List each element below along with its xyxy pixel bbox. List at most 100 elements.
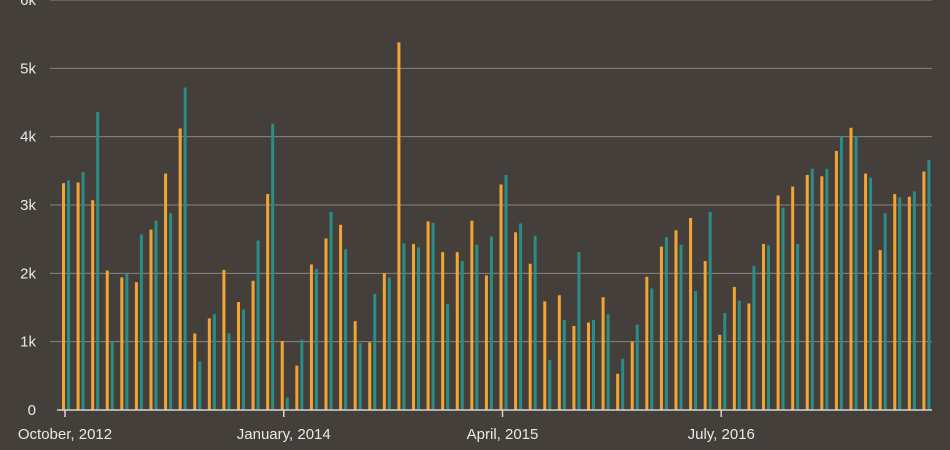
bar-series-a [864, 173, 868, 410]
bar-series-a [674, 230, 678, 410]
y-tick-label: 0 [28, 402, 36, 419]
bar-series-b [752, 265, 756, 410]
bar-series-a [164, 173, 168, 410]
bar-series-b [81, 172, 85, 410]
bar-series-a [426, 221, 430, 410]
bar-series-b [883, 213, 887, 410]
bar-series-a [543, 301, 547, 410]
y-tick-label: 6k [20, 0, 36, 9]
bar-series-a [237, 302, 240, 410]
bar-series-a [572, 325, 576, 410]
bar-series-b [271, 123, 275, 410]
bar-series-a [266, 194, 270, 410]
y-tick-labels: 0 1k 2k 3k 4k 5k 6k [20, 0, 36, 419]
bar-series-a [295, 365, 299, 410]
bar-series-a [922, 171, 926, 410]
bar-series-a [616, 373, 620, 410]
bar-series-a [120, 277, 124, 410]
bar-series-a [251, 280, 255, 410]
x-tick-label: April, 2015 [467, 426, 539, 443]
bar-series-a [339, 224, 343, 410]
bar-series-a [499, 184, 503, 410]
bar-series-a [893, 194, 897, 410]
bar-series-a [105, 270, 109, 410]
bar-series-b [417, 247, 420, 410]
bar-series-a [149, 229, 153, 410]
bar-series-b [781, 207, 785, 410]
bar-series-a [193, 333, 197, 410]
bar-series-b [854, 136, 858, 410]
bar-series-a [76, 182, 80, 410]
bar-series-b [198, 361, 202, 410]
bar-series-a [878, 250, 882, 410]
bar-series-a [732, 287, 736, 410]
bar-series-a [776, 195, 780, 410]
bar-series-b [533, 235, 537, 410]
y-tick-label: 2k [20, 265, 36, 282]
bar-series-a [659, 246, 663, 410]
bar-series-b [912, 191, 916, 410]
bar-series-a [703, 261, 707, 410]
bar-series-a [178, 128, 182, 410]
bar-series-b [606, 314, 610, 410]
bar-series-b [635, 324, 639, 410]
bar-series-b [329, 211, 333, 410]
bar-series-b [898, 197, 902, 410]
bar-series-a [280, 340, 284, 410]
bar-series-b [767, 245, 770, 410]
bar-series-b [402, 243, 406, 410]
x-tick-label: January, 2014 [237, 426, 331, 443]
bar-series-a [834, 151, 838, 410]
bar-series-b [300, 339, 304, 410]
bar-series-a [91, 200, 95, 410]
bar-series-a [805, 174, 809, 410]
bar-series-b [475, 244, 479, 410]
bar-series-a [528, 263, 532, 410]
bar-series-b [664, 237, 668, 410]
bar-series-b [796, 243, 800, 410]
bar-series-b [810, 168, 814, 410]
bar-series-a [368, 342, 372, 410]
bar-series-b [504, 174, 508, 410]
bar-series-b [592, 319, 595, 410]
bar-series-b [125, 274, 129, 410]
x-tick-label: October, 2012 [18, 426, 112, 443]
bar-series-a [353, 321, 357, 410]
bar-series-b [708, 211, 712, 410]
bar-series-b [285, 397, 289, 410]
bar-series-a [324, 238, 328, 410]
bar-series-a [455, 252, 459, 410]
bar-series-b [825, 168, 829, 410]
bar-series-b [387, 277, 391, 410]
bar-series-b [519, 223, 523, 410]
bar-series-b [169, 213, 173, 410]
bar-series-b [694, 291, 698, 410]
bar-series-b [562, 319, 566, 410]
bar-series-a [718, 334, 722, 410]
y-tick-label: 3k [20, 197, 36, 214]
bar-series-b [927, 159, 931, 410]
bar-series-b [577, 252, 581, 410]
bars [62, 42, 931, 411]
bar-series-a [587, 322, 590, 410]
bar-series-b [314, 269, 318, 410]
bar-series-b [96, 112, 100, 411]
bar-series-b [256, 240, 260, 410]
bar-series-b [154, 220, 158, 410]
bar-chart: 0 1k 2k 3k 4k 5k 6k October, 2012 January, 2014… [18, 0, 932, 443]
bar-series-a [689, 217, 693, 410]
bar-series-b [183, 87, 187, 410]
bar-series-b [139, 234, 143, 410]
bar-series-b [737, 300, 741, 410]
bar-series-b [489, 236, 493, 410]
bar-series-b [67, 180, 70, 410]
x-tick-labels: October, 2012 January, 2014 April, 2015 Jul… [18, 410, 755, 443]
bar-series-b [242, 309, 245, 410]
bar-series-a [747, 303, 751, 410]
bar-series-a [645, 276, 649, 410]
x-tick-label: July, 2016 [688, 426, 755, 443]
bar-series-a [907, 196, 911, 410]
bar-series-b [446, 304, 450, 410]
bar-series-b [110, 340, 114, 410]
bar-series-a [412, 243, 415, 410]
